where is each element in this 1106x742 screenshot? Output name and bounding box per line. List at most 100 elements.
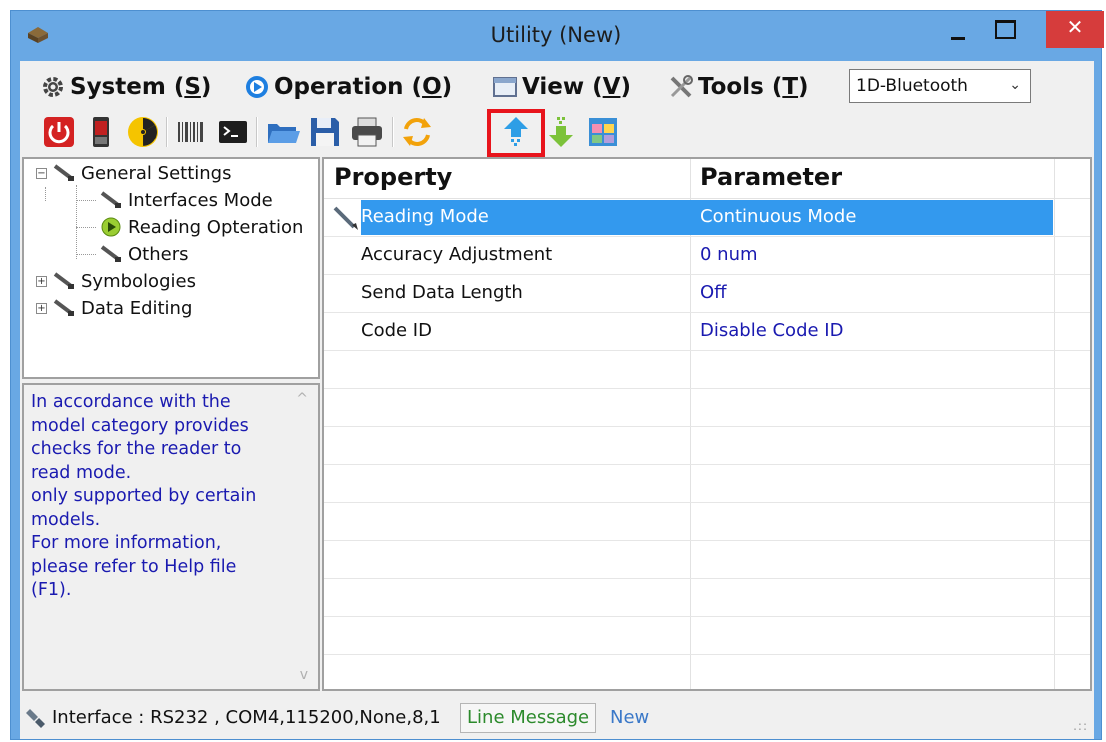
empty-row [324, 389, 1090, 427]
radiation-button[interactable] [124, 113, 162, 151]
gear-icon [43, 77, 63, 97]
scanner-icon [100, 245, 121, 262]
tools-icon [670, 75, 693, 98]
empty-row [324, 503, 1090, 541]
empty-row [324, 351, 1090, 389]
menu-view-accel: V [602, 74, 621, 100]
menu-view[interactable]: View (V) [492, 69, 631, 105]
scroll-down-icon[interactable]: v [300, 667, 308, 683]
radiation-icon [128, 117, 158, 147]
toolbar-separator [392, 117, 394, 147]
reader-button[interactable] [82, 113, 120, 151]
tree-node-label: Data Editing [81, 297, 193, 319]
line-message-badge[interactable]: Line Message [460, 703, 597, 733]
power-button[interactable] [40, 113, 78, 151]
menu-view-label: View ( [522, 74, 603, 100]
status-bar: Interface : RS232 , COM4,115200,None,8,1… [20, 701, 1094, 737]
barcode-button[interactable] [172, 113, 210, 151]
tree-line [76, 185, 77, 259]
empty-row [324, 465, 1090, 503]
tree-node-label: Symbologies [81, 270, 196, 292]
upload-arrow-icon [504, 117, 528, 146]
expand-icon[interactable]: + [36, 302, 47, 314]
table-row[interactable]: Code ID Disable Code ID [324, 313, 1090, 351]
property-cell: Accuracy Adjustment [361, 244, 553, 265]
connection-icon [26, 709, 45, 728]
parameter-cell[interactable]: Off [700, 282, 727, 303]
open-button[interactable] [264, 113, 302, 151]
menu-system-label-end: ) [200, 74, 212, 100]
tree-node-general-settings[interactable]: − General Settings [36, 162, 232, 184]
menu-tools[interactable]: Tools (T) [668, 69, 809, 105]
menu-system[interactable]: System (S) [40, 69, 211, 105]
printer-icon [352, 117, 382, 147]
menu-view-label-end: ) [620, 74, 631, 100]
empty-row [324, 427, 1090, 465]
table-row[interactable]: Send Data Length Off [324, 275, 1090, 313]
resize-grip-icon[interactable]: .:: [1073, 719, 1088, 733]
terminal-button[interactable] [214, 113, 252, 151]
scanner-icon [53, 164, 74, 181]
close-button[interactable]: ✕ [1046, 11, 1104, 48]
config-button[interactable] [584, 113, 622, 151]
expand-icon[interactable]: + [36, 275, 47, 287]
power-icon [44, 117, 74, 147]
close-icon: ✕ [1066, 15, 1084, 39]
menu-tools-accel: T [782, 74, 799, 100]
description-panel: In accordance with the model category pr… [22, 383, 320, 691]
chevron-down-icon: ⌄ [1009, 77, 1021, 93]
application-window: Utility (New) ✕ System (S) Operation (O)… [10, 10, 1104, 740]
toolbar [20, 109, 1094, 157]
scroll-up-icon[interactable]: ^ [296, 391, 308, 407]
property-grid: Property Parameter Reading Mode Continuo… [322, 157, 1092, 691]
parameter-cell[interactable]: Disable Code ID [700, 320, 843, 341]
settings-tree: − General Settings Interfaces Mode Readi… [22, 157, 320, 379]
empty-row [324, 579, 1090, 617]
title-bar[interactable]: Utility (New) ✕ [11, 11, 1104, 61]
upload-button[interactable] [497, 113, 535, 151]
window-icon [493, 77, 517, 97]
grid-config-icon [589, 118, 617, 146]
property-cell: Code ID [361, 320, 432, 341]
menu-bar: System (S) Operation (O) View (V) Tools … [20, 61, 1094, 109]
property-cell: Reading Mode [361, 206, 489, 227]
empty-row [324, 655, 1090, 689]
parameter-cell[interactable]: 0 num [700, 244, 758, 265]
maximize-button[interactable] [991, 11, 1017, 47]
menu-tools-label-end: ) [798, 74, 809, 100]
tree-node-symbologies[interactable]: + Symbologies [36, 270, 196, 292]
description-text: In accordance with the model category pr… [31, 392, 257, 600]
tree-line [45, 187, 46, 201]
tree-node-label: General Settings [81, 162, 232, 184]
tree-node-data-editing[interactable]: + Data Editing [36, 297, 192, 319]
collapse-icon[interactable]: − [36, 167, 47, 179]
menu-operation[interactable]: Operation (O) [244, 69, 452, 105]
download-arrow-icon [549, 117, 573, 147]
toolbar-separator [256, 117, 258, 147]
tree-node-label: Others [128, 243, 189, 265]
menu-operation-label-end: ) [441, 74, 453, 100]
table-row[interactable]: Accuracy Adjustment 0 num [324, 237, 1090, 275]
client-area: System (S) Operation (O) View (V) Tools … [20, 61, 1094, 739]
print-button[interactable] [348, 113, 386, 151]
play-green-icon [101, 217, 121, 237]
parameter-cell[interactable]: Continuous Mode [700, 206, 856, 227]
empty-row [324, 541, 1090, 579]
save-disk-icon [311, 118, 339, 146]
menu-tools-label: Tools ( [698, 74, 783, 100]
menu-operation-accel: O [422, 74, 442, 100]
column-header-property[interactable]: Property [334, 163, 452, 191]
tree-node-others[interactable]: Others [98, 243, 189, 265]
minimize-button[interactable] [945, 11, 971, 47]
terminal-icon [219, 121, 247, 143]
download-button[interactable] [542, 113, 580, 151]
menu-system-label: System ( [70, 74, 185, 100]
tree-node-interfaces-mode[interactable]: Interfaces Mode [98, 189, 273, 211]
property-cell: Send Data Length [361, 282, 523, 303]
table-row[interactable]: Reading Mode Continuous Mode [324, 199, 1090, 237]
sync-button[interactable] [398, 113, 436, 151]
device-select[interactable]: 1D-Bluetooth ⌄ [849, 69, 1031, 103]
column-header-parameter[interactable]: Parameter [700, 163, 842, 191]
save-button[interactable] [306, 113, 344, 151]
tree-node-reading-opteration[interactable]: Reading Opteration [98, 216, 303, 238]
